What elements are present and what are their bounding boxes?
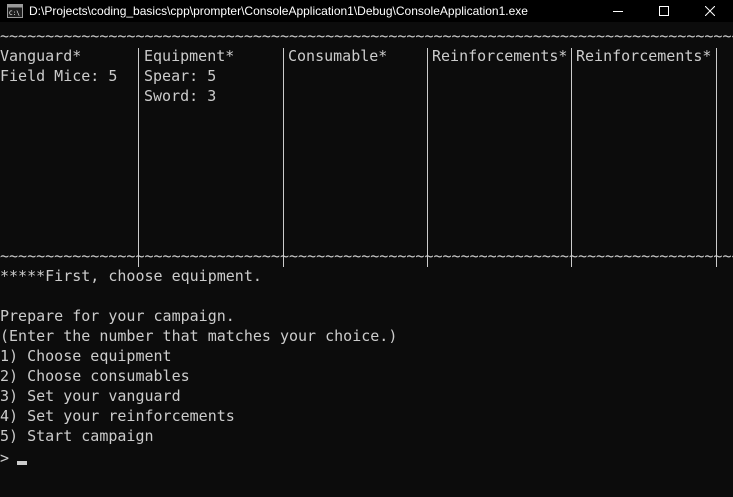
column-header-equipment: Equipment* <box>144 47 235 65</box>
prompt-instruction: (Enter the number that matches your choi… <box>0 327 398 345</box>
close-icon <box>705 6 715 16</box>
window-controls <box>595 0 733 22</box>
menu-option: 4) Set your reinforcements <box>0 407 235 425</box>
menu-option: 5) Start campaign <box>0 427 154 445</box>
maximize-button[interactable] <box>641 0 687 22</box>
close-button[interactable] <box>687 0 733 22</box>
vanguard-cell: Field Mice: 5 <box>0 67 118 85</box>
minimize-icon <box>613 11 623 12</box>
column-header-vanguard: Vanguard* <box>0 47 82 65</box>
bottom-separator: ~~~~~~~~~~~~~~~~~~~~~~~~~~~~~~~~~~~~~~~~… <box>0 247 733 265</box>
top-separator: ~~~~~~~~~~~~~~~~~~~~~~~~~~~~~~~~~~~~~~~~… <box>0 27 733 45</box>
column-divider <box>571 48 572 267</box>
column-divider <box>427 48 428 267</box>
menu-option: 2) Choose consumables <box>0 367 190 385</box>
minimize-button[interactable] <box>595 0 641 22</box>
maximize-icon <box>659 6 669 16</box>
svg-text:C:\: C:\ <box>9 10 20 17</box>
window-title: D:\Projects\coding_basics\cpp\prompter\C… <box>29 4 528 18</box>
column-divider <box>283 48 284 267</box>
equipment-cell: Spear: 5 <box>144 67 217 85</box>
console-app-icon: C:\ <box>7 4 23 18</box>
column-divider <box>716 48 717 267</box>
equipment-cell: Sword: 3 <box>144 87 217 105</box>
console-output[interactable]: ~~~~~~~~~~~~~~~~~~~~~~~~~~~~~~~~~~~~~~~~… <box>0 26 733 497</box>
prompt-title: Prepare for your campaign. <box>0 307 235 325</box>
column-header-consumable: Consumable* <box>288 47 388 65</box>
menu-option: 3) Set your vanguard <box>0 387 181 405</box>
column-divider <box>138 48 139 267</box>
menu-option: 1) Choose equipment <box>0 347 172 365</box>
column-header-reinforcements-1: Reinforcements* <box>432 47 568 65</box>
column-header-reinforcements-2: Reinforcements* <box>576 47 712 65</box>
hint-text: *****First, choose equipment. <box>0 267 262 285</box>
input-prompt: > <box>0 449 10 467</box>
text-cursor <box>17 461 27 465</box>
window-title-bar[interactable]: C:\ D:\Projects\coding_basics\cpp\prompt… <box>0 0 733 22</box>
